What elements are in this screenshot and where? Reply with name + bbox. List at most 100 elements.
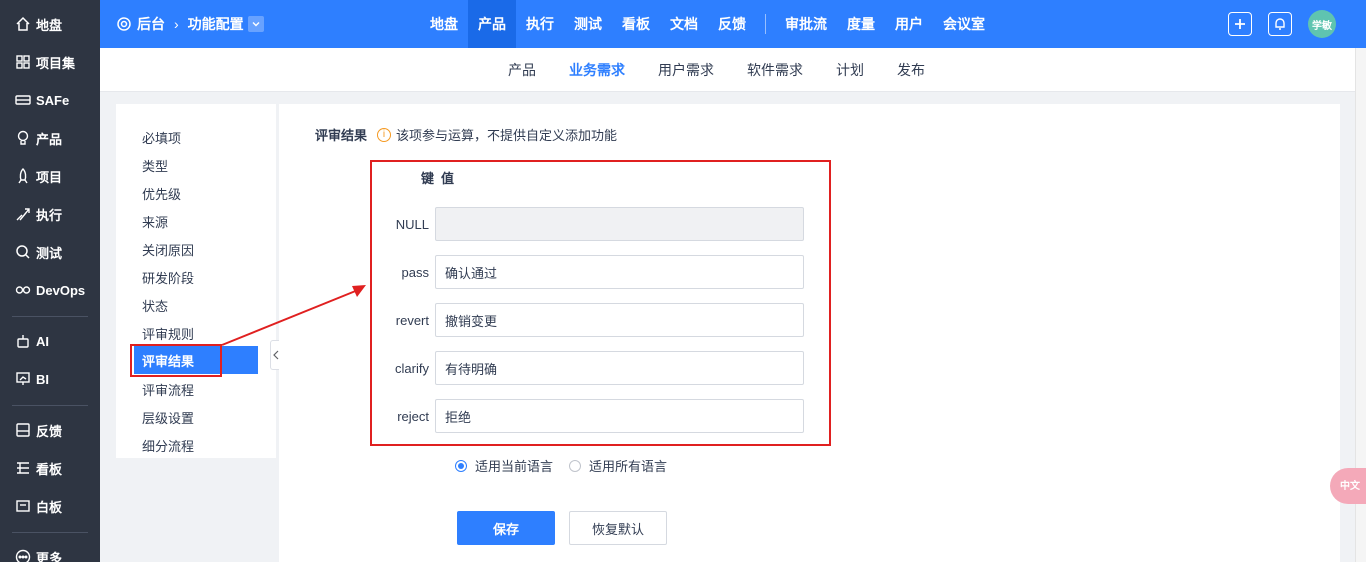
nav-product[interactable]: 产品 [468,0,516,48]
sidebar-item-label: AI [36,333,49,349]
sidebar-item-label: 更多 [36,550,63,562]
nav-metrics[interactable]: 度量 [837,0,885,48]
breadcrumb-root[interactable]: 后台 [137,14,165,34]
menu-item-level-settings[interactable]: 层级设置 [142,408,194,427]
sidebar-item-label: 测试 [36,245,63,261]
nav-doc[interactable]: 文档 [660,0,708,48]
robot-icon [14,332,32,350]
nav-dashboard[interactable]: 地盘 [420,0,468,48]
home-icon [14,15,32,33]
nav-users[interactable]: 用户 [885,0,933,48]
menu-item-type[interactable]: 类型 [142,156,168,175]
nav-execution[interactable]: 执行 [516,0,564,48]
feedback-icon [14,421,32,439]
kanban-icon [14,459,32,477]
chevron-down-icon[interactable] [247,16,264,32]
sidebar-item-safe[interactable]: SAFe [0,81,100,119]
menu-item-close-reason[interactable]: 关闭原因 [142,240,194,259]
rocket-icon [14,167,32,185]
sidebar-item-bi[interactable]: BI [0,360,100,398]
sidebar-item-label: DevOps [36,282,86,298]
menu-item-rd-stage[interactable]: 研发阶段 [142,268,194,287]
gear-icon [117,17,131,31]
language-scope-radios: 适用当前语言 适用所有语言 [455,456,683,475]
run-icon [14,205,32,223]
top-bar: 后台 › 功能配置 地盘 产品 执行 测试 看板 文档 反馈 审批流 度量 用户… [100,0,1366,48]
sub-nav: 产品 业务需求 用户需求 软件需求 计划 发布 [100,48,1355,92]
tab-business-requirement[interactable]: 业务需求 [569,60,625,80]
menu-item-review-flow[interactable]: 评审流程 [142,380,194,399]
sidebar-item-label: SAFe [36,92,70,108]
sidebar-item-whiteboard[interactable]: 白板 [0,487,100,525]
sidebar-divider [12,405,88,406]
radio-all-languages[interactable]: 适用所有语言 [569,456,667,475]
tab-software-requirement[interactable]: 软件需求 [747,60,803,80]
sidebar-item-label: 地盘 [36,17,63,33]
sidebar-item-feedback[interactable]: 反馈 [0,411,100,449]
annotation-box [370,160,831,446]
sidebar-item-label: 产品 [36,131,63,147]
sidebar-item-execution[interactable]: 执行 [0,195,100,233]
sidebar-item-label: 反馈 [36,423,63,439]
sidebar-item-label: 项目 [36,169,63,185]
translate-float-button[interactable]: 中文 [1330,468,1366,504]
hint-text: 该项参与运算，不提供自定义添加功能 [396,128,618,143]
annotation-menu-box [130,344,222,377]
main-nav: 地盘 产品 执行 测试 看板 文档 反馈 审批流 度量 用户 会议室 [420,0,995,48]
section-title: 评审结果 [315,128,368,143]
sidebar-item-label: BI [36,371,49,387]
radio-dot [455,459,467,472]
sidebar-item-product[interactable]: 产品 [0,119,100,157]
main-panel: 评审结果 i 该项参与运算，不提供自定义添加功能 键值 NULL pass 确认… [279,104,1340,562]
sidebar-item-program[interactable]: 项目集 [0,43,100,81]
nav-test[interactable]: 测试 [564,0,612,48]
sidebar-item-label: 项目集 [36,55,76,71]
tab-user-requirement[interactable]: 用户需求 [658,60,714,80]
grid-icon [14,53,32,71]
sidebar-divider [12,532,88,533]
magnifier-icon [14,243,32,261]
tab-product[interactable]: 产品 [508,60,536,80]
sidebar-item-label: 白板 [36,499,63,515]
plus-icon[interactable] [1228,12,1252,36]
nav-kanban[interactable]: 看板 [612,0,660,48]
radio-label: 适用所有语言 [589,459,668,474]
hint-text-wrapper: i 该项参与运算，不提供自定义添加功能 [377,125,617,144]
tab-plan[interactable]: 计划 [836,60,864,80]
sidebar-item-project[interactable]: 项目 [0,157,100,195]
menu-item-review-rules[interactable]: 评审规则 [142,324,194,343]
radio-current-language[interactable]: 适用当前语言 [455,456,553,475]
menu-item-status[interactable]: 状态 [142,296,168,315]
train-icon [14,91,32,109]
sidebar-item-ai[interactable]: AI [0,322,100,360]
info-icon: i [377,127,391,142]
infinity-icon [14,281,32,299]
reset-default-button[interactable]: 恢复默认 [569,511,667,545]
menu-item-required[interactable]: 必填项 [142,128,181,147]
more-icon [14,548,32,562]
sidebar-item-kanban[interactable]: 看板 [0,449,100,487]
menu-item-source[interactable]: 来源 [142,212,168,231]
whiteboard-icon [14,497,32,515]
nav-meeting-room[interactable]: 会议室 [933,0,995,48]
bell-icon[interactable] [1268,12,1292,36]
save-button[interactable]: 保存 [457,511,555,545]
nav-divider [765,14,766,34]
sidebar-item-label: 看板 [36,461,63,477]
presentation-icon [14,370,32,388]
breadcrumb-current[interactable]: 功能配置 [188,14,244,34]
menu-item-priority[interactable]: 优先级 [142,184,181,203]
sidebar-item-devops[interactable]: DevOps [0,271,100,309]
radio-label: 适用当前语言 [475,459,554,474]
sidebar-item-more[interactable]: 更多 [0,538,100,562]
settings-menu: 必填项 类型 优先级 来源 关闭原因 研发阶段 状态 评审规则 评审结果 评审流… [116,104,276,458]
nav-approval[interactable]: 审批流 [775,0,837,48]
nav-feedback[interactable]: 反馈 [708,0,756,48]
tab-release[interactable]: 发布 [897,60,925,80]
avatar[interactable]: 学敏 [1308,10,1336,38]
sidebar-item-test[interactable]: 测试 [0,233,100,271]
menu-item-sub-flow[interactable]: 细分流程 [142,436,194,455]
breadcrumb: 后台 › 功能配置 [116,0,264,48]
translate-icon: 中文 [1340,480,1360,492]
sidebar-item-home[interactable]: 地盘 [0,5,100,43]
